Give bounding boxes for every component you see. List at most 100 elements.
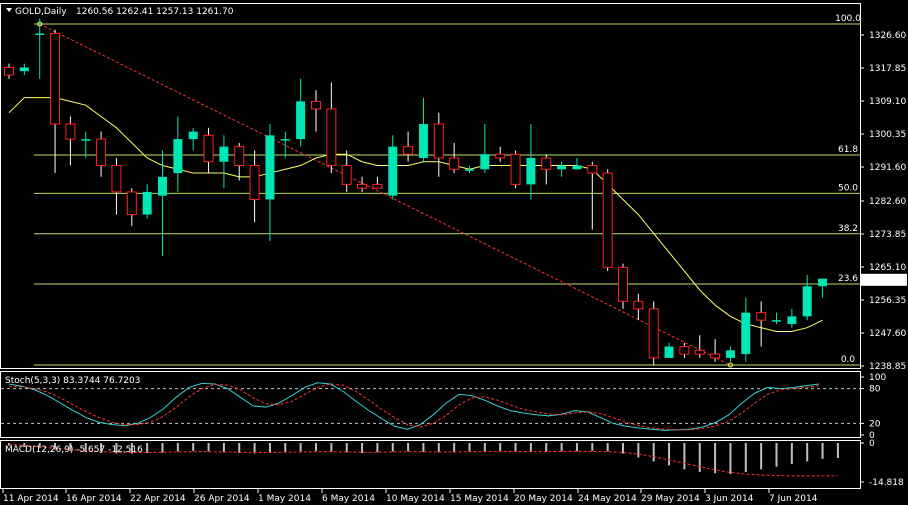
candle-body	[19, 67, 29, 72]
fib-label: 38.2	[838, 224, 858, 234]
candle-body	[587, 165, 598, 174]
macd-pane: 0 -14.818	[8, 439, 904, 488]
candle-body	[787, 316, 797, 324]
candle-body	[357, 183, 368, 189]
candle-body	[510, 153, 521, 185]
candle-body	[81, 139, 91, 141]
last-price-label: 1261.70	[866, 276, 903, 286]
candle-body	[188, 131, 198, 140]
candle-body	[480, 154, 490, 170]
candle-body	[633, 300, 644, 310]
candle-body	[802, 286, 812, 317]
candle-body	[572, 165, 582, 170]
candle-body	[96, 138, 107, 167]
time-tick-label: 1 May 2014	[258, 494, 311, 504]
fib-label: 61.8	[838, 145, 858, 155]
candle-body	[111, 165, 122, 193]
time-tick-label: 29 May 2014	[641, 494, 700, 504]
candle-body	[372, 183, 383, 189]
time-tick-label: 20 May 2014	[514, 494, 573, 504]
candle-body	[541, 157, 552, 170]
time-tick-label: 24 May 2014	[578, 494, 637, 504]
price-tick-label: 1326.60	[869, 31, 906, 41]
price-tick-label: 1265.10	[869, 263, 906, 273]
time-tick-label: 3 Jun 2014	[705, 494, 754, 504]
candle-body	[203, 134, 214, 163]
price-tick-label: 1282.60	[869, 197, 906, 207]
chart-window[interactable]: 100.0 61.8 50.0 38.2 23.6 0.0 1326.60 1317.85 1…	[0, 0, 908, 505]
candle-body	[679, 346, 690, 355]
candle-body	[35, 33, 45, 35]
candle-body	[772, 320, 781, 322]
price-tick-label: 1273.85	[869, 230, 906, 240]
time-tick-label: 11 Apr 2014	[3, 494, 59, 504]
candle-body	[158, 176, 167, 196]
candle-body	[142, 191, 152, 215]
time-tick-label: 10 May 2014	[386, 494, 445, 504]
macd-label: MACD(12,26,9) -5.657 -12.516	[5, 445, 143, 455]
time-tick-label: 22 Apr 2014	[130, 494, 186, 504]
time-tick-label: 6 May 2014	[322, 494, 375, 504]
candle-body	[710, 353, 721, 359]
candle-body	[741, 312, 751, 355]
macd-tick-label: -14.818	[869, 478, 904, 488]
time-axis: 11 Apr 2014 16 Apr 2014 22 Apr 2014 26 Apr …	[2, 489, 818, 504]
time-tick-label: 26 Apr 2014	[194, 494, 250, 504]
candle-body	[296, 101, 306, 140]
price-tick-label: 1238.85	[869, 362, 906, 372]
candle-body	[388, 146, 398, 196]
candle-body	[219, 146, 229, 162]
stoch-tick-label: 80	[869, 385, 881, 395]
ohlc-readout: 1260.56 1262.41 1257.13 1261.70	[76, 7, 234, 17]
candle-body	[403, 146, 414, 155]
fib-label: 100.0	[835, 14, 861, 24]
chart-canvas[interactable]: 100.0 61.8 50.0 38.2 23.6 0.0 1326.60 1317.85 1…	[0, 0, 908, 505]
candle-body	[495, 153, 506, 159]
candle-body	[50, 32, 61, 125]
candle-body	[65, 123, 76, 140]
candle-body	[694, 349, 705, 355]
candle-body	[818, 278, 828, 287]
candle-body	[173, 139, 183, 174]
dropdown-triangle-icon[interactable]	[6, 8, 12, 12]
candle-body	[311, 100, 321, 110]
fib-label: 50.0	[838, 183, 858, 193]
candle-body	[526, 157, 536, 185]
stoch-tick-label: 100	[869, 373, 886, 383]
candle-body	[418, 124, 428, 158]
macd-tick-label: 0	[869, 439, 875, 449]
price-tick-label: 1256.35	[869, 296, 906, 306]
price-tick-label: 1317.85	[869, 64, 906, 74]
candle-body	[602, 172, 613, 268]
candle-body	[725, 350, 735, 358]
fib-label: 23.6	[838, 274, 858, 284]
candles	[4, 18, 828, 366]
candle-body	[557, 165, 567, 170]
price-tick-label: 1309.10	[869, 97, 906, 107]
candle-body	[618, 266, 628, 302]
candle-body	[341, 165, 352, 185]
candle-body	[664, 346, 674, 358]
price-tick-label: 1247.60	[869, 329, 906, 339]
time-tick-label: 16 Apr 2014	[66, 494, 122, 504]
candle-body	[249, 165, 260, 200]
price-tick-label: 1291.60	[869, 163, 906, 173]
candle-body	[234, 146, 245, 167]
time-tick-label: 7 Jun 2014	[769, 494, 818, 504]
candle-body	[326, 108, 337, 167]
candle-body	[4, 66, 14, 76]
candle-body	[265, 135, 275, 200]
trendline	[37, 21, 733, 368]
symbol-timeframe: GOLD,Daily	[15, 7, 67, 17]
price-scale: 1326.60 1317.85 1309.10 1300.35 1291.60 1282.…	[860, 31, 907, 372]
candle-body	[756, 312, 767, 321]
time-tick-label: 15 May 2014	[450, 494, 509, 504]
fib-label: 0.0	[841, 355, 856, 365]
stoch-label: Stoch(5,3,3) 83.3744 76.7203	[5, 376, 140, 386]
candle-body	[433, 123, 444, 159]
candle-body	[465, 169, 474, 171]
candle-body	[648, 308, 659, 359]
price-pane-frame	[0, 3, 861, 369]
stoch-tick-label: 20	[869, 419, 881, 429]
candle-body	[280, 139, 290, 141]
